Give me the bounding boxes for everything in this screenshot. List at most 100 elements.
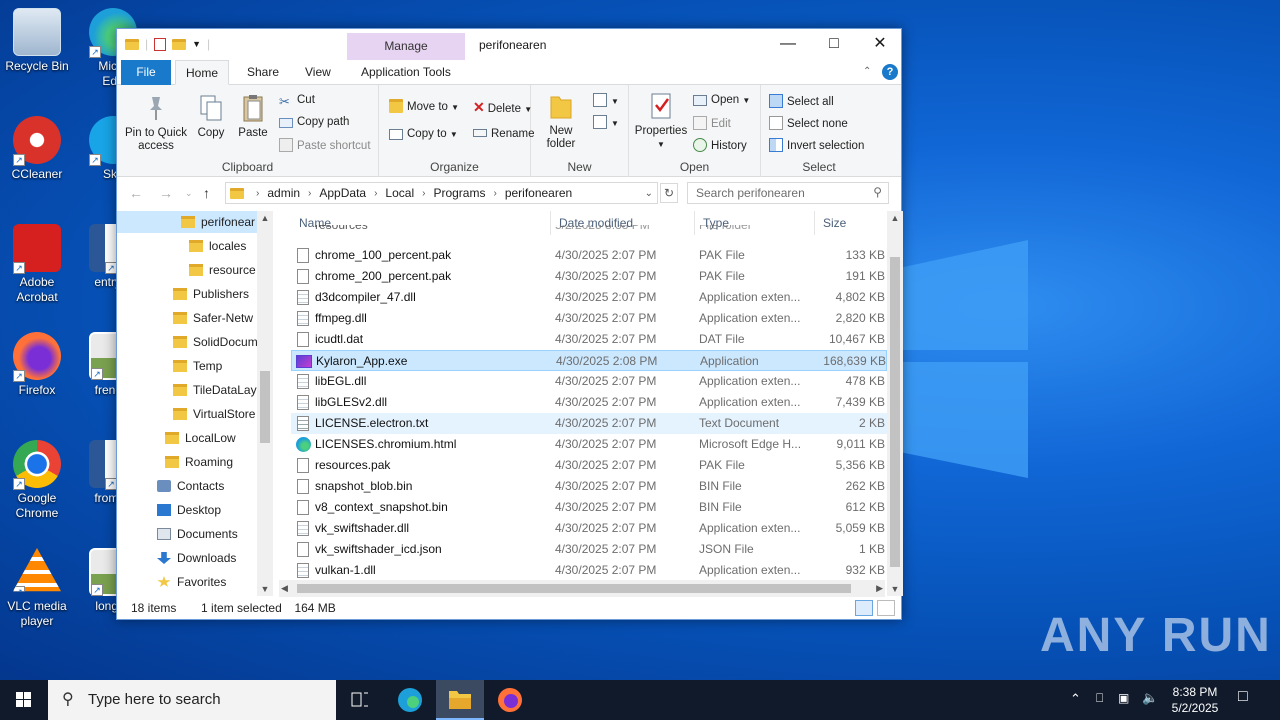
- desktop-icon[interactable]: ↗ Adobe Acrobat: [0, 224, 74, 305]
- desktop-icon[interactable]: ↗ CCleaner: [0, 116, 74, 182]
- nav-item[interactable]: TileDataLay: [117, 379, 257, 401]
- details-view-icon[interactable]: [855, 600, 873, 616]
- help-icon[interactable]: ?: [882, 64, 898, 80]
- back-arrow-icon[interactable]: ←: [129, 185, 143, 201]
- delete-button[interactable]: ✕ Delete ▼: [473, 99, 532, 116]
- refresh-icon[interactable]: ↻: [660, 183, 678, 203]
- file-row[interactable]: libGLESv2.dll 4/30/2025 2:07 PM Applicatio…: [291, 392, 887, 413]
- volume-icon[interactable]: 🔈: [1142, 690, 1158, 706]
- desktop-icon[interactable]: ↗ Google Chrome: [0, 440, 74, 521]
- scroll-right-icon[interactable]: ▶: [876, 580, 883, 596]
- breadcrumb-item[interactable]: Programs: [433, 186, 485, 200]
- tray-chevron-icon[interactable]: ⌃: [1070, 691, 1081, 707]
- task-view-button[interactable]: [336, 680, 384, 720]
- network-icon[interactable]: ⎕: [1096, 691, 1103, 706]
- tab-file[interactable]: File: [121, 60, 171, 85]
- file-row[interactable]: libEGL.dll 4/30/2025 2:07 PM Application e…: [291, 371, 887, 392]
- taskbar-search-input[interactable]: ⚲ Type here to search: [48, 680, 336, 720]
- cut-button[interactable]: ✂ Cut: [279, 94, 315, 109]
- rename-button[interactable]: Rename: [473, 128, 534, 140]
- nav-item[interactable]: Favorites: [117, 571, 257, 593]
- file-row[interactable]: icudtl.dat 4/30/2025 2:07 PM DAT File 10,46…: [291, 329, 887, 350]
- scroll-left-icon[interactable]: ◀: [281, 580, 288, 596]
- select-none-button[interactable]: Select none: [769, 116, 848, 130]
- scroll-up-icon[interactable]: ▲: [887, 211, 903, 225]
- file-row[interactable]: LICENSE.electron.txt 4/30/2025 2:07 PM Tex…: [291, 413, 887, 434]
- file-row[interactable]: snapshot_blob.bin 4/30/2025 2:07 PM BIN Fi…: [291, 476, 887, 497]
- scroll-down-icon[interactable]: ▼: [257, 582, 273, 596]
- nav-item[interactable]: SolidDocum: [117, 331, 258, 353]
- file-row[interactable]: vulkan-1.dll 4/30/2025 2:07 PM Application…: [291, 560, 887, 581]
- file-row[interactable]: Kylaron_App.exe 4/30/2025 2:08 PM Applicat…: [291, 350, 887, 371]
- file-row[interactable]: vk_swiftshader.dll 4/30/2025 2:07 PM Appli…: [291, 518, 887, 539]
- taskbar-explorer-button[interactable]: [436, 680, 484, 720]
- wifi-icon[interactable]: ▣: [1118, 691, 1129, 705]
- nav-item[interactable]: Documents: [117, 523, 257, 545]
- history-button[interactable]: History: [693, 138, 747, 152]
- copy-path-button[interactable]: Copy path: [279, 116, 349, 128]
- nav-item[interactable]: Downloads: [117, 547, 257, 569]
- file-row[interactable]: d3dcompiler_47.dll 4/30/2025 2:07 PM Appli…: [291, 287, 887, 308]
- breadcrumb-separator-icon[interactable]: ›: [256, 188, 259, 199]
- taskbar-firefox-button[interactable]: [486, 680, 534, 720]
- file-row[interactable]: resources.pak 4/30/2025 2:07 PM PAK File 5,…: [291, 455, 887, 476]
- breadcrumb-item[interactable]: Local: [385, 186, 414, 200]
- breadcrumb-item[interactable]: perifonearen: [505, 186, 572, 200]
- desktop-icon[interactable]: Recycle Bin: [0, 8, 74, 74]
- desktop-icon[interactable]: ↗ VLC media player: [0, 548, 74, 629]
- nav-item[interactable]: VirtualStore: [117, 403, 257, 425]
- nav-item[interactable]: Desktop: [117, 499, 257, 521]
- copy-to-button[interactable]: Copy to ▼: [389, 128, 458, 140]
- nav-item[interactable]: locales: [117, 235, 257, 257]
- breadcrumb-separator-icon[interactable]: ›: [493, 188, 496, 199]
- select-all-button[interactable]: Select all: [769, 94, 834, 108]
- nav-item[interactable]: Temp: [117, 355, 257, 377]
- start-button[interactable]: [0, 680, 48, 720]
- copy-button[interactable]: Copy: [193, 93, 229, 140]
- new-item-button[interactable]: ▼: [593, 93, 619, 107]
- address-bar[interactable]: › admin › AppData › Local › Programs › perifonear…: [225, 182, 658, 204]
- scroll-up-icon[interactable]: ▲: [257, 211, 273, 225]
- up-arrow-icon[interactable]: ↑: [203, 185, 210, 201]
- file-list-scrollbar[interactable]: ▲ ▼: [887, 211, 903, 596]
- chevron-down-icon[interactable]: ⌄: [645, 188, 653, 199]
- horizontal-scrollbar[interactable]: ◀ ▶: [279, 580, 885, 597]
- nav-item[interactable]: Roaming: [117, 451, 257, 473]
- nav-item[interactable]: LocalLow: [117, 427, 257, 449]
- scroll-down-icon[interactable]: ▼: [887, 582, 903, 596]
- maximize-button[interactable]: □: [811, 29, 857, 60]
- collapse-ribbon-icon[interactable]: ⌃: [863, 66, 871, 77]
- nav-item[interactable]: perifonear: [117, 211, 257, 233]
- tab-share[interactable]: Share: [237, 60, 289, 85]
- scroll-thumb[interactable]: [260, 371, 270, 443]
- breadcrumb-separator-icon[interactable]: ›: [422, 188, 425, 199]
- search-input[interactable]: Search perifonearen ⚲: [687, 182, 889, 204]
- nav-item[interactable]: Publishers: [117, 283, 257, 305]
- new-folder-button[interactable]: New folder: [539, 91, 583, 151]
- file-row[interactable]: v8_context_snapshot.bin 4/30/2025 2:07 PM…: [291, 497, 887, 518]
- recent-locations-icon[interactable]: ⌄: [185, 188, 193, 199]
- file-row[interactable]: ffmpeg.dll 4/30/2025 2:07 PM Application e…: [291, 308, 887, 329]
- new-folder-qat-icon[interactable]: [172, 38, 187, 50]
- chevron-down-icon[interactable]: ▼: [192, 39, 201, 49]
- file-row[interactable]: chrome_100_percent.pak 4/30/2025 2:07 PM P…: [291, 245, 887, 266]
- large-icons-view-icon[interactable]: [877, 600, 895, 616]
- breadcrumb-separator-icon[interactable]: ›: [308, 188, 311, 199]
- notifications-icon[interactable]: □: [1238, 688, 1248, 706]
- tab-application-tools[interactable]: Application Tools: [351, 60, 461, 85]
- tab-home[interactable]: Home: [175, 60, 230, 85]
- title-bar[interactable]: | ▼ | Manage perifonearen — □ ✕: [117, 29, 901, 60]
- move-to-button[interactable]: Move to ▼: [389, 99, 459, 113]
- file-list[interactable]: ⌃ Name Date modified Type Size resources…: [285, 211, 889, 596]
- open-button[interactable]: Open ▼: [693, 94, 750, 106]
- navigation-pane[interactable]: perifonear locales resource Publishers Safer…: [117, 211, 273, 596]
- easy-access-button[interactable]: ▼: [593, 115, 619, 129]
- paste-shortcut-button[interactable]: Paste shortcut: [279, 138, 371, 152]
- nav-scrollbar[interactable]: ▲ ▼: [257, 211, 273, 596]
- minimize-button[interactable]: —: [765, 29, 811, 60]
- file-row[interactable]: chrome_200_percent.pak 4/30/2025 2:07 PM P…: [291, 266, 887, 287]
- properties-button[interactable]: Properties ▼: [631, 91, 691, 151]
- file-row[interactable]: LICENSES.chromium.html 4/30/2025 2:07 PM M…: [291, 434, 887, 455]
- breadcrumb-separator-icon[interactable]: ›: [374, 188, 377, 199]
- tab-manage[interactable]: Manage: [347, 33, 465, 60]
